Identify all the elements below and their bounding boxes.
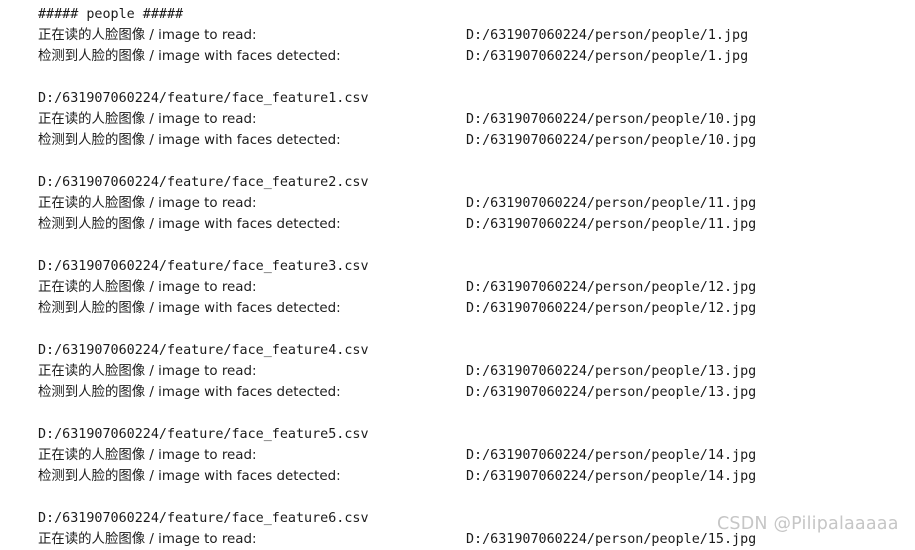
reading-label: 正在读的人脸图像 / image to read:: [38, 28, 257, 43]
console-csv-row: D:/631907060224/feature/face_feature6.cs…: [38, 508, 915, 529]
reading-path: D:/631907060224/person/people/10.jpg: [466, 112, 757, 127]
reading-path: D:/631907060224/person/people/14.jpg: [466, 448, 757, 463]
detected-path: D:/631907060224/person/people/10.jpg: [466, 133, 757, 148]
console-header-text: ##### people #####: [38, 7, 184, 22]
reading-label: 正在读的人脸图像 / image to read:: [38, 532, 257, 547]
console-detected-row: 检测到人脸的图像 / image with faces detected: D:…: [38, 298, 915, 319]
console-detected-row: 检测到人脸的图像 / image with faces detected: D:…: [38, 382, 915, 403]
detected-path: D:/631907060224/person/people/12.jpg: [466, 301, 757, 316]
detected-label: 检测到人脸的图像 / image with faces detected:: [38, 385, 341, 400]
console-csv-row: D:/631907060224/feature/face_feature4.cs…: [38, 340, 915, 361]
console-reading-row: 正在读的人脸图像 / image to read: D:/63190706022…: [38, 25, 915, 46]
reading-label: 正在读的人脸图像 / image to read:: [38, 364, 257, 379]
console-reading-row: 正在读的人脸图像 / image to read: D:/63190706022…: [38, 529, 915, 550]
console-csv-row: D:/631907060224/feature/face_feature3.cs…: [38, 256, 915, 277]
detected-path: D:/631907060224/person/people/14.jpg: [466, 469, 757, 484]
detected-label: 检测到人脸的图像 / image with faces detected:: [38, 133, 341, 148]
csv-path: D:/631907060224/feature/face_feature6.cs…: [38, 511, 369, 526]
reading-path: D:/631907060224/person/people/12.jpg: [466, 280, 757, 295]
console-detected-row: 检测到人脸的图像 / image with faces detected: D:…: [38, 46, 915, 67]
reading-label: 正在读的人脸图像 / image to read:: [38, 196, 257, 211]
detected-label: 检测到人脸的图像 / image with faces detected:: [38, 469, 341, 484]
detected-path: D:/631907060224/person/people/11.jpg: [466, 217, 757, 232]
console-csv-row: D:/631907060224/feature/face_feature5.cs…: [38, 424, 915, 445]
console-reading-row: 正在读的人脸图像 / image to read: D:/63190706022…: [38, 445, 915, 466]
reading-path: D:/631907060224/person/people/1.jpg: [466, 28, 749, 43]
reading-path: D:/631907060224/person/people/15.jpg: [466, 532, 757, 547]
console-detected-row: 检测到人脸的图像 / image with faces detected: D:…: [38, 130, 915, 151]
reading-label: 正在读的人脸图像 / image to read:: [38, 280, 257, 295]
console-detected-row: 检测到人脸的图像 / image with faces detected: D:…: [38, 466, 915, 487]
csv-path: D:/631907060224/feature/face_feature1.cs…: [38, 91, 369, 106]
console-reading-row: 正在读的人脸图像 / image to read: D:/63190706022…: [38, 277, 915, 298]
console-csv-row: D:/631907060224/feature/face_feature2.cs…: [38, 172, 915, 193]
reading-path: D:/631907060224/person/people/13.jpg: [466, 364, 757, 379]
console-detected-row: 检测到人脸的图像 / image with faces detected: D:…: [38, 214, 915, 235]
console-csv-row: D:/631907060224/feature/face_feature1.cs…: [38, 88, 915, 109]
csv-path: D:/631907060224/feature/face_feature3.cs…: [38, 259, 369, 274]
detected-path: D:/631907060224/person/people/1.jpg: [466, 49, 749, 64]
reading-path: D:/631907060224/person/people/11.jpg: [466, 196, 757, 211]
console-reading-row: 正在读的人脸图像 / image to read: D:/63190706022…: [38, 193, 915, 214]
detected-path: D:/631907060224/person/people/13.jpg: [466, 385, 757, 400]
console-header-line: ##### people #####: [38, 4, 915, 25]
console-reading-row: 正在读的人脸图像 / image to read: D:/63190706022…: [38, 361, 915, 382]
csv-path: D:/631907060224/feature/face_feature4.cs…: [38, 343, 369, 358]
csv-path: D:/631907060224/feature/face_feature5.cs…: [38, 427, 369, 442]
console-output-pane: ##### people ##### 正在读的人脸图像 / image to r…: [0, 0, 915, 550]
console-reading-row: 正在读的人脸图像 / image to read: D:/63190706022…: [38, 109, 915, 130]
detected-label: 检测到人脸的图像 / image with faces detected:: [38, 217, 341, 232]
detected-label: 检测到人脸的图像 / image with faces detected:: [38, 301, 341, 316]
reading-label: 正在读的人脸图像 / image to read:: [38, 448, 257, 463]
reading-label: 正在读的人脸图像 / image to read:: [38, 112, 257, 127]
csv-path: D:/631907060224/feature/face_feature2.cs…: [38, 175, 369, 190]
detected-label: 检测到人脸的图像 / image with faces detected:: [38, 49, 341, 64]
